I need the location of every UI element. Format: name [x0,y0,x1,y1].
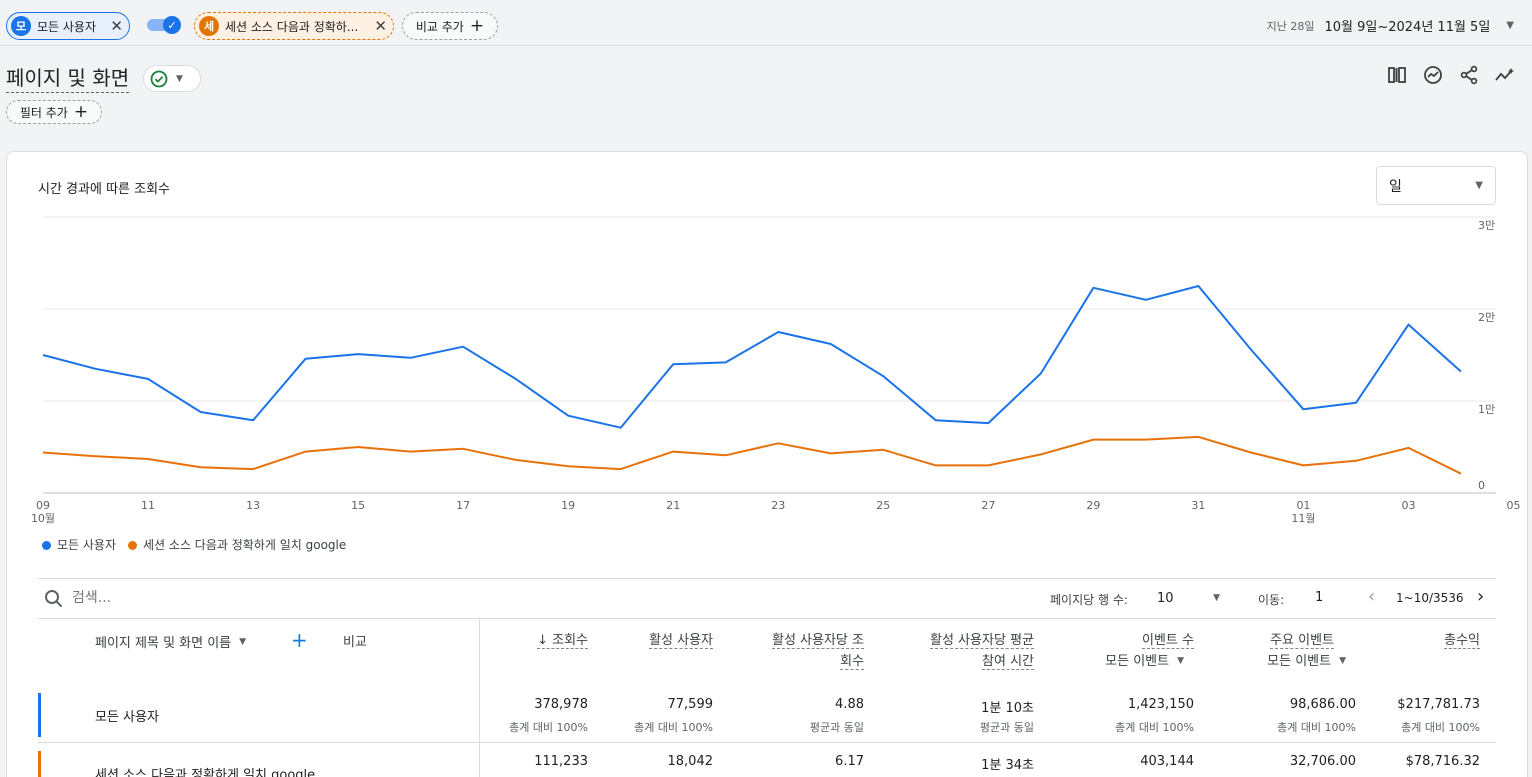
column-header-event-count[interactable]: 이벤트 수모든 이벤트 ▼ [1054,630,1194,672]
table-cell-value: 98,686.00 [1289,697,1356,712]
chevron-right-icon[interactable]: › [1477,586,1484,607]
search-input[interactable] [72,588,372,608]
x-tick-month-label: 11월 [1291,512,1315,525]
column-header-views-per-user[interactable]: 활성 사용자당 조회수 [724,630,864,672]
table-cell-value: 1분 34초 [981,758,1034,773]
column-title-line2: 회수 [840,654,864,670]
row-color-bar [38,751,41,777]
y-tick-label: 0 [1478,479,1485,492]
search-icon [45,590,63,608]
caret-down-icon: ▼ [1177,656,1184,666]
table-cell-subtext: 총계 대비 100% [1401,721,1480,734]
key-event-filter-select[interactable]: 모든 이벤트 [1267,651,1331,672]
x-tick-label: 13 [246,499,260,512]
x-tick-label: 11 [141,499,155,512]
column-header-total-revenue[interactable]: 총수익 [1380,630,1480,651]
divider [38,618,1496,619]
table-cell-subtext: 총계 대비 100% [1277,721,1356,734]
legend-dot [128,541,138,550]
table-cell-value: 378,978 [534,697,588,712]
x-tick-label: 03 [1401,499,1415,512]
goto-label: 이동: [1258,593,1285,607]
column-title: 총수익 [1444,633,1480,649]
legend-item-google[interactable]: 세션 소스 다음과 정확하게 일치 google [128,536,346,553]
row-label: 세션 소스 다음과 정확하게 일치 google [95,768,316,777]
divider [38,742,1496,743]
table-cell-value: 77,599 [667,697,714,712]
column-title: ↓ 조회수 [537,633,588,649]
x-tick-label: 05 [1507,499,1521,512]
table-cell-value: $217,781.73 [1397,697,1480,712]
legend-item-all-users[interactable]: 모든 사용자 [42,536,116,553]
x-tick-label: 23 [771,499,785,512]
table-cell-value: 4.88 [835,697,864,712]
table-cell-subtext: 총계 대비 100% [634,721,713,734]
event-filter-select[interactable]: 모든 이벤트 [1105,651,1169,672]
dimension-selector[interactable]: 페이지 제목 및 화면 이름 ▼ [95,632,246,651]
line-chart: 0 1만 2만 3만 0910월 11 13 15 17 19 21 23 25 27 29 31 0111월 0… [31,216,1521,525]
chart-legend: 모든 사용자 세션 소스 다음과 정확하게 일치 google [42,536,346,553]
x-tick-label: 29 [1086,499,1100,512]
caret-down-icon: ▼ [1213,593,1220,603]
column-header-key-events[interactable]: 주요 이벤트모든 이벤트 ▼ [1216,630,1356,672]
divider [38,578,1496,579]
column-title: 활성 사용자 [649,633,713,649]
table-cell-subtext: 총계 대비 100% [1115,721,1194,734]
x-tick-label: 15 [351,499,365,512]
column-header-views[interactable]: ↓ 조회수 [468,630,588,651]
y-tick-label: 1만 [1478,403,1495,416]
caret-down-icon: ▼ [239,636,247,647]
table-cell-value: 111,233 [534,754,588,769]
column-title: 활성 사용자당 조 [772,633,864,649]
legend-label: 모든 사용자 [57,538,117,552]
table-cell-subtext: 평균과 동일 [809,721,864,734]
column-header-engagement-time[interactable]: 활성 사용자당 평균참여 시간 [884,630,1034,672]
column-title: 활성 사용자당 평균 [930,633,1034,649]
x-tick-label: 27 [981,499,995,512]
table-cell-subtext: 평균과 동일 [979,721,1034,734]
x-tick-label: 01 [1296,499,1310,512]
row-label: 모든 사용자 [95,710,159,725]
x-tick-label: 17 [456,499,470,512]
compare-label: 비교 [343,635,367,650]
table-cell-value: 32,706.00 [1289,754,1356,769]
row-color-bar [38,693,41,737]
column-title: 주요 이벤트 [1270,633,1334,649]
rows-per-page-select[interactable]: 10 ▼ [1150,586,1220,610]
x-tick-label: 19 [561,499,575,512]
x-tick-month-label: 10월 [31,512,55,525]
x-tick-label: 31 [1191,499,1205,512]
column-title: 이벤트 수 [1142,633,1194,649]
table-cell-value: 18,042 [667,754,714,769]
table-cell-value: 6.17 [835,754,864,769]
add-dimension-plus-icon[interactable]: + [291,630,308,650]
page-range: 1~10/3536 [1396,591,1464,605]
series-line-1 [42,435,1462,475]
x-tick-label: 09 [36,499,50,512]
chevron-left-icon[interactable]: ‹ [1368,586,1375,607]
table-cell-value: $78,716.32 [1405,754,1480,769]
rows-per-page-value: 10 [1157,590,1174,606]
rows-per-page-label: 페이지당 행 수: [1050,593,1128,607]
goto-page-input[interactable]: 1 [1315,590,1323,605]
series-line-0 [42,285,1462,429]
column-header-active-users[interactable]: 활성 사용자 [593,630,713,651]
legend-dot [42,541,51,550]
table-cell-value: 403,144 [1140,754,1194,769]
table-cell-subtext: 총계 대비 100% [509,721,588,734]
column-title-line2: 참여 시간 [982,654,1034,670]
x-tick-label: 25 [876,499,890,512]
legend-label: 세션 소스 다음과 정확하게 일치 google [143,538,347,552]
y-tick-label: 3만 [1478,219,1495,232]
table-cell-value: 1분 10초 [981,701,1034,716]
table-cell-value: 1,423,150 [1127,697,1194,712]
y-tick-label: 2만 [1478,311,1495,324]
caret-down-icon: ▼ [1339,656,1346,666]
x-tick-label: 21 [666,499,680,512]
dimension-header: 페이지 제목 및 화면 이름 [95,636,232,651]
